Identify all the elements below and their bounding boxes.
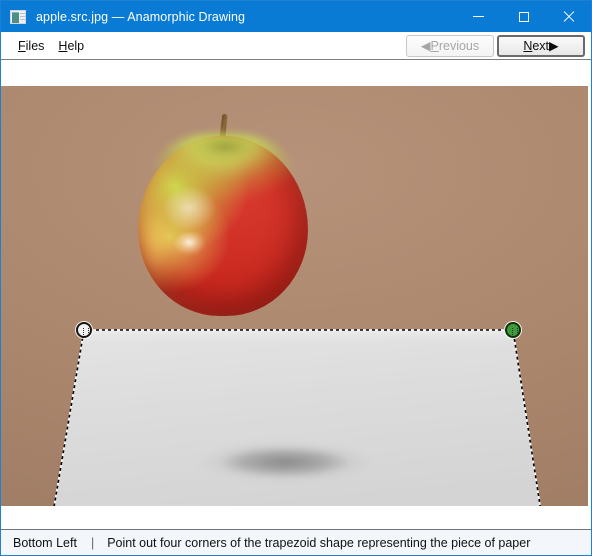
close-icon xyxy=(563,11,575,23)
menu-files-mnemonic: F xyxy=(18,38,26,53)
apple-calyx-dimple xyxy=(190,136,260,162)
maximize-button[interactable] xyxy=(501,1,546,32)
window-title: apple.src.jpg — Anamorphic Drawing xyxy=(36,9,246,24)
image-workspace[interactable] xyxy=(1,60,591,529)
apple-subject xyxy=(138,113,308,319)
wizard-navigation: ◀ Previous Next ▶ xyxy=(406,34,585,57)
menu-files-label: iles xyxy=(25,38,45,53)
corner-handle-top-right[interactable] xyxy=(505,322,521,338)
image-file-icon xyxy=(10,9,26,24)
source-photograph[interactable] xyxy=(1,86,588,506)
next-arrow-icon: ▶ xyxy=(549,39,559,53)
status-separator: | xyxy=(90,535,95,550)
next-mnemonic: N xyxy=(523,38,533,53)
previous-arrow-icon: ◀ xyxy=(420,39,431,53)
application-window: apple.src.jpg — Anamorphic Drawing Files… xyxy=(0,0,592,556)
next-label: ext xyxy=(532,38,550,53)
minimize-icon xyxy=(473,16,484,17)
previous-button[interactable]: ◀ Previous xyxy=(406,34,494,57)
paper-top-sheen xyxy=(82,330,515,350)
menu-item-files[interactable]: Files xyxy=(11,36,51,56)
title-bar[interactable]: apple.src.jpg — Anamorphic Drawing xyxy=(1,1,591,32)
corner-handle-top-left[interactable] xyxy=(76,322,92,338)
apple-highlight xyxy=(174,232,208,258)
next-button[interactable]: Next ▶ xyxy=(497,34,585,57)
minimize-button[interactable] xyxy=(456,1,501,32)
window-controls xyxy=(456,1,591,32)
previous-mnemonic: P xyxy=(430,38,439,53)
menu-item-help[interactable]: Help xyxy=(51,36,91,56)
close-button[interactable] xyxy=(546,1,591,32)
handle-circle-icon xyxy=(76,322,92,338)
menu-help-label: elp xyxy=(67,38,85,53)
maximize-icon xyxy=(518,11,529,22)
handle-circle-active-icon xyxy=(505,322,521,338)
status-current-corner: Bottom Left xyxy=(13,535,77,550)
status-message: Point out four corners of the trapezoid … xyxy=(107,535,531,550)
previous-label: revious xyxy=(438,38,480,53)
status-bar: Bottom Left | Point out four corners of … xyxy=(1,529,591,555)
menu-bar: Files Help ◀ Previous Next ▶ xyxy=(1,32,591,60)
apple-shadow xyxy=(197,442,373,482)
